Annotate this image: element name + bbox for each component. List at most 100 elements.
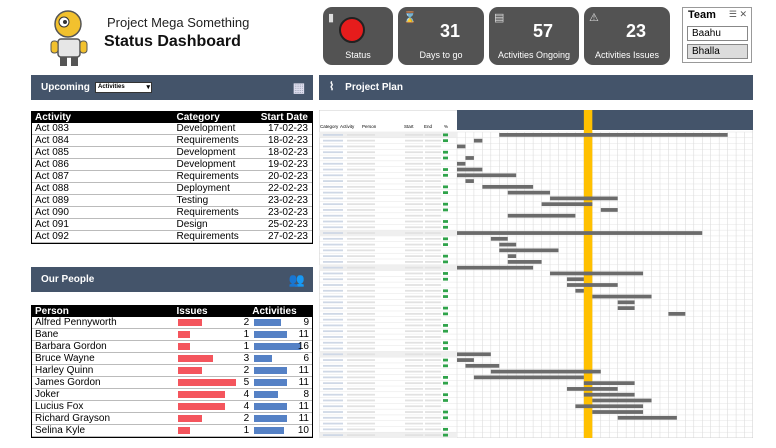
end-date-mark	[425, 174, 441, 177]
plan-column-header: %	[444, 124, 448, 129]
kpi-activities-issues: ⚠ 23 Activities Issues	[584, 7, 670, 65]
gantt-bar	[507, 190, 551, 195]
start-date-mark	[405, 185, 423, 188]
issues-value: 2	[243, 317, 250, 328]
activity-label-mark	[323, 416, 343, 419]
gantt-bar	[499, 248, 559, 253]
clear-filter-icon[interactable]: ✕	[739, 9, 747, 19]
start-date-mark	[405, 416, 423, 419]
end-date-mark	[425, 330, 441, 333]
progress-check	[443, 341, 448, 345]
table-row: Act 090 Requirements 23-02-23	[32, 207, 312, 219]
activities-bar	[254, 331, 287, 338]
col-category: Category	[176, 112, 220, 123]
activity-label-mark	[323, 318, 343, 321]
person-name-cell: Harley Quinn	[35, 365, 94, 376]
activity-label-mark	[323, 134, 343, 136]
col-person: Person	[35, 306, 69, 317]
table-row: Selina Kyle 1 10	[32, 425, 312, 437]
start-date-mark	[405, 405, 423, 408]
person-label-mark	[347, 422, 375, 425]
person-label-mark	[347, 203, 375, 206]
gantt-icon: ⌇	[329, 81, 335, 93]
issues-bar	[178, 319, 202, 326]
kpi-ongoing-label: Activities Ongoing	[497, 50, 571, 60]
end-date-mark	[425, 405, 441, 408]
person-label-mark	[347, 174, 375, 177]
issues-cell: 1	[176, 329, 252, 340]
start-date-mark	[405, 359, 423, 361]
multi-select-icon[interactable]: ☰	[729, 9, 737, 19]
activity-label-mark	[323, 226, 343, 229]
progress-check	[443, 156, 448, 160]
category-cell: Requirements	[176, 171, 239, 182]
person-label-mark	[347, 312, 375, 315]
activities-cell: 10	[252, 425, 312, 436]
end-date-mark	[425, 220, 441, 223]
table-row: Joker 4 8	[32, 389, 312, 401]
person-label-mark	[347, 388, 375, 390]
issues-value: 1	[243, 329, 250, 340]
end-date-mark	[425, 422, 441, 425]
kpi-activities-ongoing: ▤ 57 Activities Ongoing	[489, 7, 579, 65]
activity-cell: Act 087	[35, 171, 69, 182]
activity-label-mark	[323, 359, 343, 361]
activity-label-mark	[323, 157, 343, 159]
table-row: Act 084 Requirements 18-02-23	[32, 135, 312, 147]
dashboard-title: Status Dashboard	[104, 33, 241, 50]
table-row: Bruce Wayne 3 6	[32, 353, 312, 365]
activity-label-mark	[323, 388, 343, 390]
start-date-mark	[405, 324, 423, 327]
issues-value: 3	[243, 353, 250, 364]
end-date-mark	[425, 243, 441, 246]
activity-label-mark	[323, 237, 343, 240]
person-label-mark	[347, 139, 375, 142]
team-option-bhalla[interactable]: Bhalla	[687, 44, 748, 59]
person-label-mark	[347, 209, 375, 211]
activity-label-mark	[323, 393, 343, 396]
progress-check	[443, 381, 448, 385]
gantt-bar	[490, 369, 601, 374]
start-date-cell: 23-02-23	[267, 207, 308, 218]
end-date-mark	[425, 168, 441, 171]
end-date-mark	[425, 324, 441, 327]
activity-cell: Act 092	[35, 231, 69, 242]
activity-label-mark	[323, 428, 343, 431]
gantt-bar	[457, 352, 491, 357]
end-date-mark	[425, 261, 441, 263]
people-group-icon: 👥	[288, 272, 305, 287]
person-label-mark	[347, 336, 375, 338]
start-date-cell: 20-02-23	[267, 171, 308, 182]
start-date-mark	[405, 382, 423, 385]
end-date-mark	[425, 370, 441, 373]
activity-label-mark	[323, 214, 343, 217]
issues-value: 4	[243, 401, 250, 412]
issues-cell: 1	[176, 341, 252, 352]
person-label-mark	[347, 278, 375, 281]
table-row: Lucius Fox 4 11	[32, 401, 312, 413]
start-date-mark	[405, 364, 423, 367]
start-date-cell: 23-02-23	[267, 195, 308, 206]
activity-label-mark	[323, 220, 343, 223]
person-label-mark	[347, 295, 375, 298]
start-date-mark	[405, 353, 423, 356]
gantt-bar	[668, 311, 686, 316]
person-label-mark	[347, 191, 375, 194]
end-date-mark	[425, 416, 441, 419]
end-date-mark	[425, 157, 441, 159]
issues-cell: 1	[176, 425, 252, 436]
end-date-mark	[425, 209, 441, 211]
progress-check	[443, 185, 448, 189]
end-date-mark	[425, 393, 441, 396]
col-issues: Issues	[176, 306, 208, 317]
project-plan-section-bar: ⌇ Project Plan	[319, 75, 753, 100]
progress-check	[443, 375, 448, 379]
table-row: Act 091 Design 25-02-23	[32, 219, 312, 231]
kpi-days-to-go: ⌛ 31 Days to go	[398, 7, 484, 65]
team-option-baahu[interactable]: Baahu	[687, 26, 748, 41]
upcoming-filter-dropdown[interactable]: Activities	[95, 82, 152, 93]
issues-bar	[178, 355, 214, 362]
issues-bar	[178, 331, 191, 338]
start-date-mark	[405, 301, 423, 304]
activity-label-mark	[323, 191, 343, 194]
